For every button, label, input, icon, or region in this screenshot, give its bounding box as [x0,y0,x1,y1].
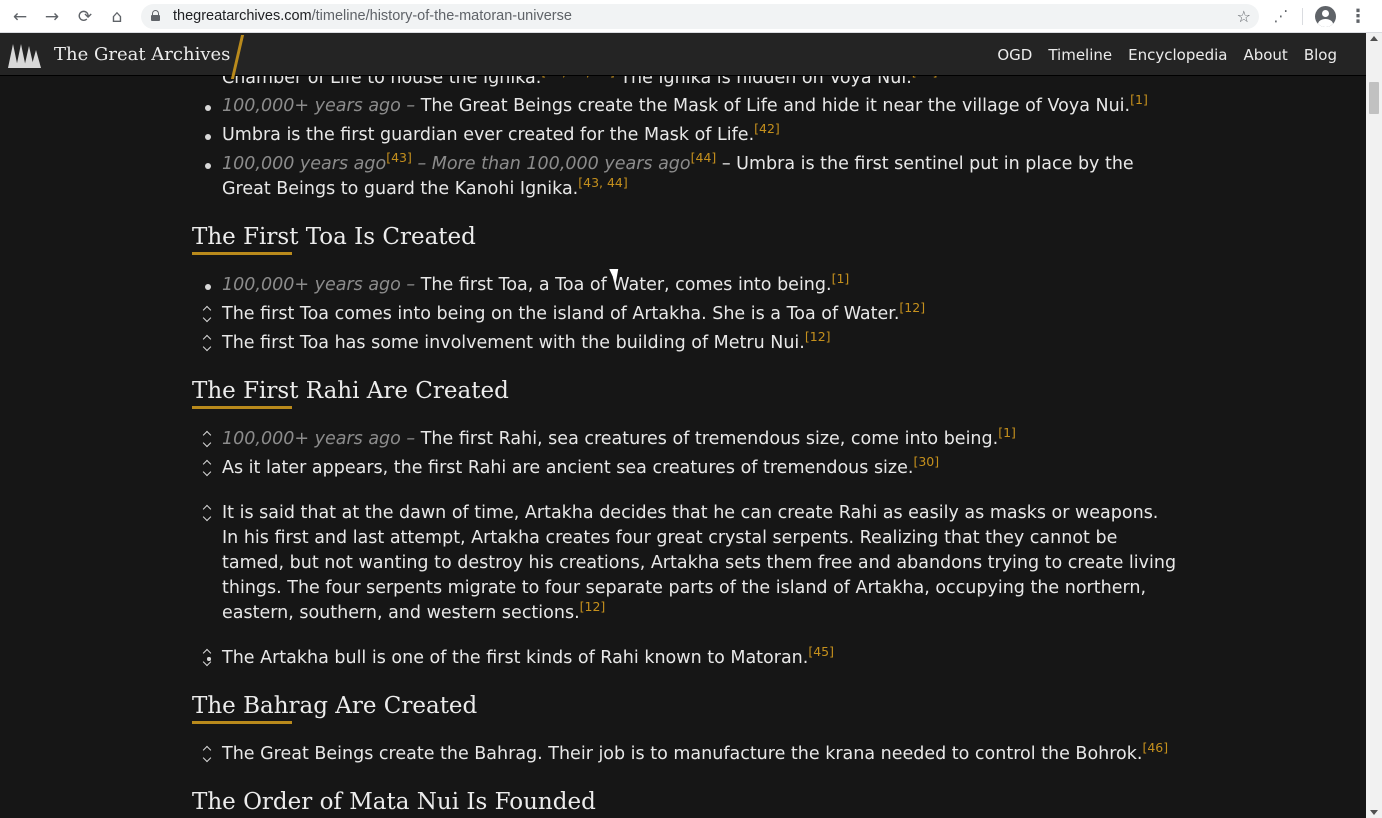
header-accent-slash [230,35,245,79]
list-item: 100,000+ years ago – The first Toa, a To… [205,271,1177,298]
url-domain: thegreatarchives.com [173,8,312,24]
citation-link[interactable]: [12] [899,300,925,315]
scrollbar-thumb[interactable] [1369,82,1379,114]
citation-link[interactable]: [46] [1142,740,1168,755]
citation-link[interactable]: [45] [808,644,834,659]
scroll-down-arrow-icon[interactable] [1370,810,1378,815]
page-scrollbar[interactable] [1366,33,1382,818]
list-item: 100,000+ years ago – The Great Beings cr… [205,92,1177,119]
heading-underline [192,721,292,724]
entry-text: The first Toa comes into being on the is… [222,304,900,324]
citation-ref[interactable]: [12] [805,329,831,344]
citation-link[interactable]: [44] [691,150,717,165]
browser-toolbar: ← → ⟳ ⌂ thegreatarchives.com/timeline/hi… [0,0,1382,33]
citation-link[interactable]: [1] [998,425,1016,440]
heading-underline [192,252,292,255]
citation-ref[interactable]: [30] [913,454,939,469]
entry-text: The first Rahi, sea creatures of tremend… [415,429,999,449]
entry-text: The first Toa has some involvement with … [222,333,805,353]
citation-ref[interactable]: [1] [1130,92,1148,107]
citation-ref[interactable]: [42] [754,121,780,136]
archives-logo-icon[interactable] [8,42,42,68]
list-item: Umbra is the first guardian ever created… [205,121,1177,148]
reload-icon[interactable]: ⟳ [73,5,97,29]
citation-link[interactable]: [43] [386,150,412,165]
list-item: As it later appears, the first Rahi are … [202,454,1177,481]
entry-date: 100,000+ years ago – [222,429,416,449]
citation-ref[interactable]: [12] [580,599,606,614]
forward-arrow-icon[interactable]: → [40,5,64,29]
entry-text: It is said that at the dawn of time, Art… [222,503,1177,623]
entry-date: 100,000+ years ago – [222,96,416,116]
bullet-icon [200,273,216,298]
profile-avatar-icon[interactable] [1315,6,1336,27]
citation-link[interactable]: [1] [1130,92,1148,107]
citation-ref[interactable]: [1] [832,271,850,286]
list-item: 100,000 years ago[43] – More than 100,00… [205,150,1177,202]
list-item: 100,000+ years ago – The first Rahi, sea… [202,425,1177,452]
citation-ref[interactable]: [1] [998,425,1016,440]
section-heading: The First Rahi Are Created [192,378,509,404]
address-bar[interactable]: thegreatarchives.com/timeline/history-of… [141,4,1259,29]
list-item: The first Toa has some involvement with … [202,329,1177,356]
heading-underline [192,406,292,409]
lock-icon[interactable] [151,10,160,21]
nav-link-blog[interactable]: Blog [1296,33,1345,76]
scroll-up-arrow-icon[interactable] [1370,36,1378,41]
citation-ref[interactable]: [12] [899,300,925,315]
citation-link[interactable]: [43, 44] [578,175,628,190]
section-heading: The Bahrag Are Created [192,693,478,719]
citation-ref[interactable]: [43, 44] [578,175,628,190]
site-header: The Great Archives OGD Timeline Encyclop… [0,33,1366,79]
section-heading: The First Toa Is Created [192,224,476,250]
bullet-icon [200,94,216,119]
site-title[interactable]: The Great Archives [54,33,230,77]
bookmark-star-icon[interactable]: ☆ [1237,4,1251,29]
nav-link-ogd[interactable]: OGD [989,33,1040,76]
site-nav-links: OGD Timeline Encyclopedia About Blog [989,33,1345,76]
section-heading: The Order of Mata Nui Is Founded [192,789,596,815]
entry-text: Umbra is the first guardian ever created… [222,125,755,145]
nav-link-encyclopedia[interactable]: Encyclopedia [1120,33,1235,76]
nav-link-timeline[interactable]: Timeline [1040,33,1120,76]
bullet-icon [200,123,216,148]
entry-text: As it later appears, the first Rahi are … [222,458,914,478]
list-item: The Great Beings create the Bahrag. Thei… [202,740,1177,767]
citation-link[interactable]: [30] [913,454,939,469]
citation-link[interactable]: [1] [832,271,850,286]
list-item: The Artakha bull is one of the first kin… [202,644,1177,671]
bullet-icon [200,152,216,177]
url-text[interactable]: thegreatarchives.com/timeline/history-of… [173,4,572,29]
entry-text: The first Toa, a Toa of Water, comes int… [415,275,832,295]
extensions-icon[interactable]: ⋰ [1270,5,1292,27]
nav-link-about[interactable]: About [1235,33,1295,76]
citation-ref[interactable]: [46] [1142,740,1168,755]
citation-ref[interactable]: [45] [808,644,834,659]
entry-date: 100,000+ years ago – [222,275,416,295]
home-icon[interactable]: ⌂ [105,5,129,29]
browser-menu-icon[interactable]: ⋮ [1348,5,1368,29]
entry-date: – More than 100,000 years ago [411,154,691,174]
citation-ref[interactable]: [43] [386,150,412,165]
toolbar-divider [1302,8,1303,25]
entry-text: The Great Beings create the Mask of Life… [415,96,1131,116]
entry-text: The Great Beings create the Bahrag. Thei… [222,744,1143,764]
entry-text: The Artakha bull is one of the first kin… [222,648,809,668]
citation-link[interactable]: [12] [580,599,606,614]
page-viewport: Chamber of Life to house the Ignika.[41,… [0,33,1366,818]
list-item: It is said that at the dawn of time, Art… [202,501,1177,626]
url-path: /timeline/history-of-the-matoran-univers… [311,8,572,24]
back-arrow-icon[interactable]: ← [8,5,32,29]
list-item: The first Toa comes into being on the is… [202,300,1177,327]
entry-date: 100,000 years ago [222,154,387,174]
citation-link[interactable]: [12] [805,329,831,344]
citation-ref[interactable]: [44] [691,150,717,165]
citation-link[interactable]: [42] [754,121,780,136]
